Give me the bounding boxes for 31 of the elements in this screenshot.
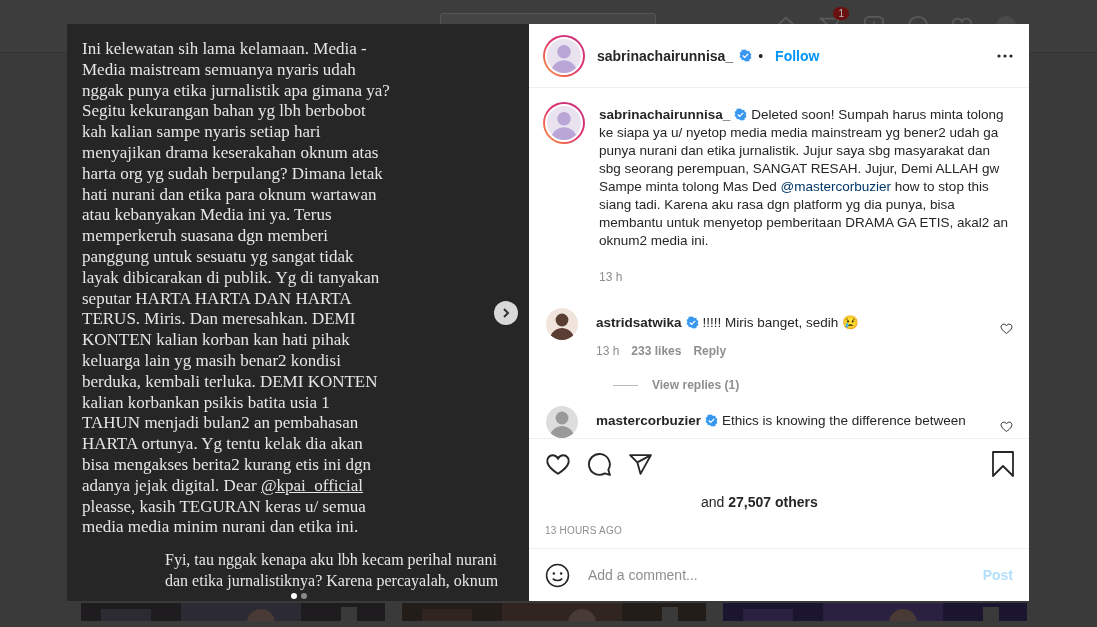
likes-count[interactable]: and 27,507 others bbox=[701, 494, 1015, 510]
save-button[interactable] bbox=[991, 451, 1015, 477]
separator-dot: • bbox=[758, 47, 764, 64]
post-time: 13 h bbox=[599, 269, 623, 286]
more-icon bbox=[997, 53, 1013, 58]
like-comment-button[interactable] bbox=[1000, 420, 1013, 434]
caption-text: sabrinachairunnisa_ Deleted soon! Sumpah harus minta tolong ke siapa ya u/ nyetop media media mainstream yg bener2 udah ga punya nurani dan etika jurnalistik. Jujur saya sbg masyarakat dan sbg seorang perempuan, SANGAT RESAH. Jujur, Demi ALLAH gw Sampe minta tolong Mas Ded @mastercorbuzier how to stop this siang tadi. Karena aku rasa dgn platform yg dia punya, bisa membantu untuk menyetop pemberitaan DRAMA GA ETIS, akal2 an oknum2 media ini. bbox=[599, 106, 1009, 250]
emoji-icon[interactable] bbox=[545, 562, 570, 588]
image-paragraph: Fyi, tau nggak kenapa aku lbh kecam perihal nurani dan etika jurnalistiknya? Karena percayalah, oknum bbox=[165, 550, 499, 592]
comment-time: 13 h bbox=[596, 344, 620, 358]
like-button[interactable] bbox=[545, 451, 571, 477]
avatar[interactable] bbox=[546, 308, 578, 340]
share-button[interactable] bbox=[628, 451, 653, 477]
send-icon bbox=[628, 451, 653, 477]
post-timestamp: 13 HOURS AGO bbox=[545, 525, 623, 536]
like-comment-button[interactable] bbox=[1000, 322, 1013, 336]
avatar[interactable] bbox=[543, 102, 585, 144]
comment-text: astridsatwika !!!!! Miris banget, sedih 😢 bbox=[596, 314, 861, 332]
mention-link[interactable]: @kpai_official bbox=[260, 475, 364, 495]
mention-link[interactable]: @mastercorbuzier bbox=[780, 179, 892, 194]
more-options-button[interactable] bbox=[997, 53, 1013, 58]
image-paragraph: Ini kelewatan sih lama kelamaan. Media - Media maistream semuanya nyaris udah nggak punya etika jurnalistik apa gimana ya? Segitu kekurangan bahan yg lbh berbobot kah kalian sampe nyaris setiap hari menyajikan drama keserakahan oknum atas harta org yg sudah berpulang? Dimana letak hati nurani dan etika para oknum wartawan atau kebanyakan Media ini ya. Terus memperkeruh suasana dgn memberi panggung untuk sesuatu yg sangat tidak layak dibicarakan di publik. Yg di tanyakan seputar HARTA HARTA DAN HARTA TERUS. Miris. Dan meresahkan. DEMI KONTEN kalian korban kan hati pihak keluarga lain yg masih benar2 kondisi berduka, kembali terluka. DEMI KONTEN kalian korbankan psikis batita usia 1 TAHUN menjadi bulan2 an pembahasan HARTA ortunya. Yg tentu kelak dia akan bisa mengakses berita2 kurang etis ini dgn adanya jejak digital. Dear @kpai_official pleasse, kasih TEGURAN keras u/ semua media media minim nurani dan etika ini. bbox=[82, 39, 390, 539]
next-button[interactable] bbox=[494, 301, 518, 325]
notification-badge: 1 bbox=[833, 7, 849, 20]
chevron-right-icon bbox=[501, 308, 511, 318]
like-count: 233 likes bbox=[631, 344, 682, 358]
comment-icon bbox=[587, 451, 612, 477]
avatar[interactable] bbox=[543, 34, 585, 77]
username[interactable]: sabrinachairunnisa_ bbox=[597, 47, 734, 64]
comment-button[interactable] bbox=[587, 451, 612, 477]
comment-text: mastercorbuzier Ethics is knowing the difference between bbox=[596, 412, 967, 430]
